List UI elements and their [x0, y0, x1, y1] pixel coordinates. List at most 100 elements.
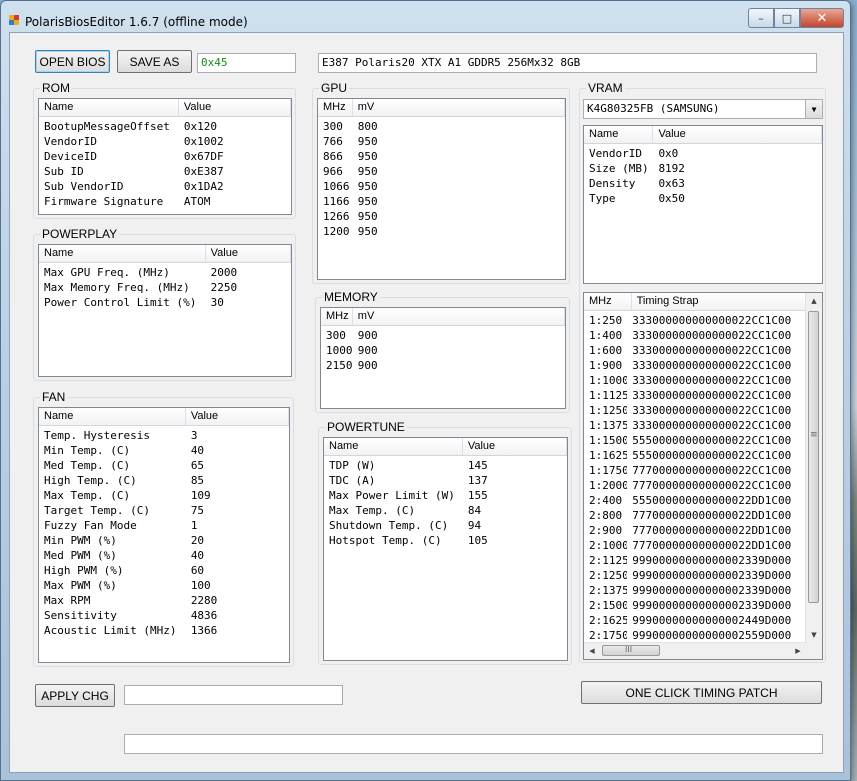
fan-row[interactable]: Temp. Hysteresis 3: [39, 428, 289, 443]
timing-row[interactable]: 2:900 777000000000000022DD1C00: [584, 523, 806, 538]
fan-row[interactable]: Max PWM (%) 100: [39, 578, 289, 593]
close-button[interactable]: ✕: [800, 8, 844, 28]
apply-changes-button[interactable]: APPLY CHG: [35, 684, 115, 707]
powertune-row[interactable]: TDC (A) 137: [324, 473, 567, 488]
fan-row[interactable]: Acoustic Limit (MHz) 1366: [39, 623, 289, 638]
gpu-header-mhz[interactable]: MHz: [318, 99, 353, 116]
timing-row[interactable]: 2:1000 777000000000000022DD1C00: [584, 538, 806, 553]
fan-row[interactable]: Max Temp. (C) 109: [39, 488, 289, 503]
timing-strap-list[interactable]: MHz Timing Strap 1:250 333000000000000022…: [583, 292, 823, 660]
rom-row[interactable]: DeviceID 0x67DF: [39, 149, 291, 164]
scroll-up-icon[interactable]: ▲: [806, 293, 822, 309]
fan-header-value[interactable]: Value: [186, 408, 289, 425]
gpu-row[interactable]: 1200 950: [318, 224, 565, 239]
timing-row[interactable]: 1:1750 777000000000000022CC1C00: [584, 463, 806, 478]
timing-row[interactable]: 2:400 555000000000000022DD1C00: [584, 493, 806, 508]
rom-row[interactable]: Sub ID 0xE387: [39, 164, 291, 179]
powertune-row[interactable]: Shutdown Temp. (C) 94: [324, 518, 567, 533]
scroll-right-icon[interactable]: ▶: [790, 643, 806, 659]
bios-info-field[interactable]: E387 Polaris20 XTX A1 GDDR5 256Mx32 8GB: [318, 53, 817, 73]
memory-list[interactable]: MHz mV 300 900 1000 900 2150 900: [320, 307, 566, 409]
hex-value-field[interactable]: 0x45: [197, 53, 296, 73]
powertune-header-name[interactable]: Name: [324, 438, 463, 455]
fan-list[interactable]: Name Value Temp. Hysteresis 3 Min Temp. (C…: [38, 407, 290, 663]
timing-row[interactable]: 1:1625 555000000000000022CC1C00: [584, 448, 806, 463]
status-field[interactable]: [124, 734, 823, 754]
open-bios-button[interactable]: OPEN BIOS: [35, 50, 110, 73]
vram-header-name[interactable]: Name: [584, 126, 654, 143]
gpu-row[interactable]: 1266 950: [318, 209, 565, 224]
rom-row[interactable]: Sub VendorID 0x1DA2: [39, 179, 291, 194]
vram-row[interactable]: VendorID 0x0: [584, 146, 822, 161]
timing-header-strap[interactable]: Timing Strap: [632, 293, 806, 310]
scroll-left-icon[interactable]: ◀: [584, 643, 600, 659]
powertune-row[interactable]: Max Temp. (C) 84: [324, 503, 567, 518]
powerplay-list[interactable]: Name Value Max GPU Freq. (MHz) 2000 Max Me…: [38, 244, 292, 377]
rom-header-value[interactable]: Value: [179, 99, 291, 116]
gpu-row[interactable]: 1066 950: [318, 179, 565, 194]
timing-row[interactable]: 1:1500 555000000000000022CC1C00: [584, 433, 806, 448]
vram-list[interactable]: Name Value VendorID 0x0 Size (MB) 8192 Densi…: [583, 125, 823, 284]
chevron-down-icon[interactable]: ▼: [805, 100, 822, 118]
apply-field[interactable]: [124, 685, 343, 705]
memory-row[interactable]: 300 900: [321, 328, 565, 343]
timing-row[interactable]: 1:1125 333000000000000022CC1C00: [584, 388, 806, 403]
gpu-row[interactable]: 300 800: [318, 119, 565, 134]
gpu-row[interactable]: 966 950: [318, 164, 565, 179]
timing-row[interactable]: 2:1125 99900000000000002339D000: [584, 553, 806, 568]
fan-row[interactable]: Med PWM (%) 40: [39, 548, 289, 563]
timing-row[interactable]: 2:1250 99900000000000002339D000: [584, 568, 806, 583]
powertune-row[interactable]: Hotspot Temp. (C) 105: [324, 533, 567, 548]
memory-row[interactable]: 2150 900: [321, 358, 565, 373]
fan-row[interactable]: Fuzzy Fan Mode 1: [39, 518, 289, 533]
gpu-header-mv[interactable]: mV: [353, 99, 565, 116]
gpu-row[interactable]: 1166 950: [318, 194, 565, 209]
memory-header-mhz[interactable]: MHz: [321, 308, 353, 325]
gpu-row[interactable]: 766 950: [318, 134, 565, 149]
timing-row[interactable]: 2:1750 99900000000000002559D000: [584, 628, 806, 643]
fan-row[interactable]: High PWM (%) 60: [39, 563, 289, 578]
fan-row[interactable]: Min PWM (%) 20: [39, 533, 289, 548]
vram-row[interactable]: Size (MB) 8192: [584, 161, 822, 176]
powerplay-row[interactable]: Max Memory Freq. (MHz) 2250: [39, 280, 291, 295]
powertune-row[interactable]: Max Power Limit (W) 155: [324, 488, 567, 503]
fan-row[interactable]: Min Temp. (C) 40: [39, 443, 289, 458]
vram-row[interactable]: Type 0x50: [584, 191, 822, 206]
fan-row[interactable]: Sensitivity 4836: [39, 608, 289, 623]
memory-header-mv[interactable]: mV: [353, 308, 565, 325]
vram-row[interactable]: Density 0x63: [584, 176, 822, 191]
rom-list[interactable]: Name Value BootupMessageOffset 0x120 Vendo…: [38, 98, 292, 215]
timing-row[interactable]: 1:1250 333000000000000022CC1C00: [584, 403, 806, 418]
timing-horizontal-scrollbar[interactable]: ◀ III ▶: [584, 642, 806, 659]
powertune-row[interactable]: TDP (W) 145: [324, 458, 567, 473]
timing-row[interactable]: 1:250 333000000000000022CC1C00: [584, 313, 806, 328]
hscroll-thumb[interactable]: III: [602, 645, 660, 656]
fan-row[interactable]: Max RPM 2280: [39, 593, 289, 608]
timing-row[interactable]: 1:1000 333000000000000022CC1C00: [584, 373, 806, 388]
fan-row[interactable]: Med Temp. (C) 65: [39, 458, 289, 473]
one-click-timing-patch-button[interactable]: ONE CLICK TIMING PATCH: [581, 681, 822, 704]
rom-row[interactable]: Firmware Signature ATOM: [39, 194, 291, 209]
timing-row[interactable]: 2:1500 99900000000000002339D000: [584, 598, 806, 613]
timing-row[interactable]: 1:900 333000000000000022CC1C00: [584, 358, 806, 373]
scroll-thumb[interactable]: ≡: [808, 311, 819, 603]
powerplay-header-value[interactable]: Value: [206, 245, 291, 262]
fan-row[interactable]: Target Temp. (C) 75: [39, 503, 289, 518]
timing-row[interactable]: 2:1625 99900000000000002449D000: [584, 613, 806, 628]
minimize-button[interactable]: –: [748, 8, 774, 28]
rom-header-name[interactable]: Name: [39, 99, 179, 116]
save-as-button[interactable]: SAVE AS: [117, 50, 192, 73]
timing-row[interactable]: 1:600 333000000000000022CC1C00: [584, 343, 806, 358]
fan-header-name[interactable]: Name: [39, 408, 186, 425]
powerplay-row[interactable]: Power Control Limit (%) 30: [39, 295, 291, 310]
powertune-list[interactable]: Name Value TDP (W) 145 TDC (A) 137 Max Power…: [323, 437, 568, 661]
timing-vertical-scrollbar[interactable]: ▲ ≡ ▼: [805, 293, 822, 643]
timing-row[interactable]: 2:800 777000000000000022DD1C00: [584, 508, 806, 523]
rom-row[interactable]: BootupMessageOffset 0x120: [39, 119, 291, 134]
vram-select[interactable]: K4G80325FB (SAMSUNG) ▼: [583, 99, 823, 119]
gpu-list[interactable]: MHz mV 300 800 766 950 866 950 966 950 1066 950 11…: [317, 98, 566, 280]
title-bar[interactable]: PolarisBiosEditor 1.6.7 (offline mode) –…: [1, 1, 850, 33]
fan-row[interactable]: High Temp. (C) 85: [39, 473, 289, 488]
gpu-row[interactable]: 866 950: [318, 149, 565, 164]
timing-header-mhz[interactable]: MHz: [584, 293, 632, 310]
